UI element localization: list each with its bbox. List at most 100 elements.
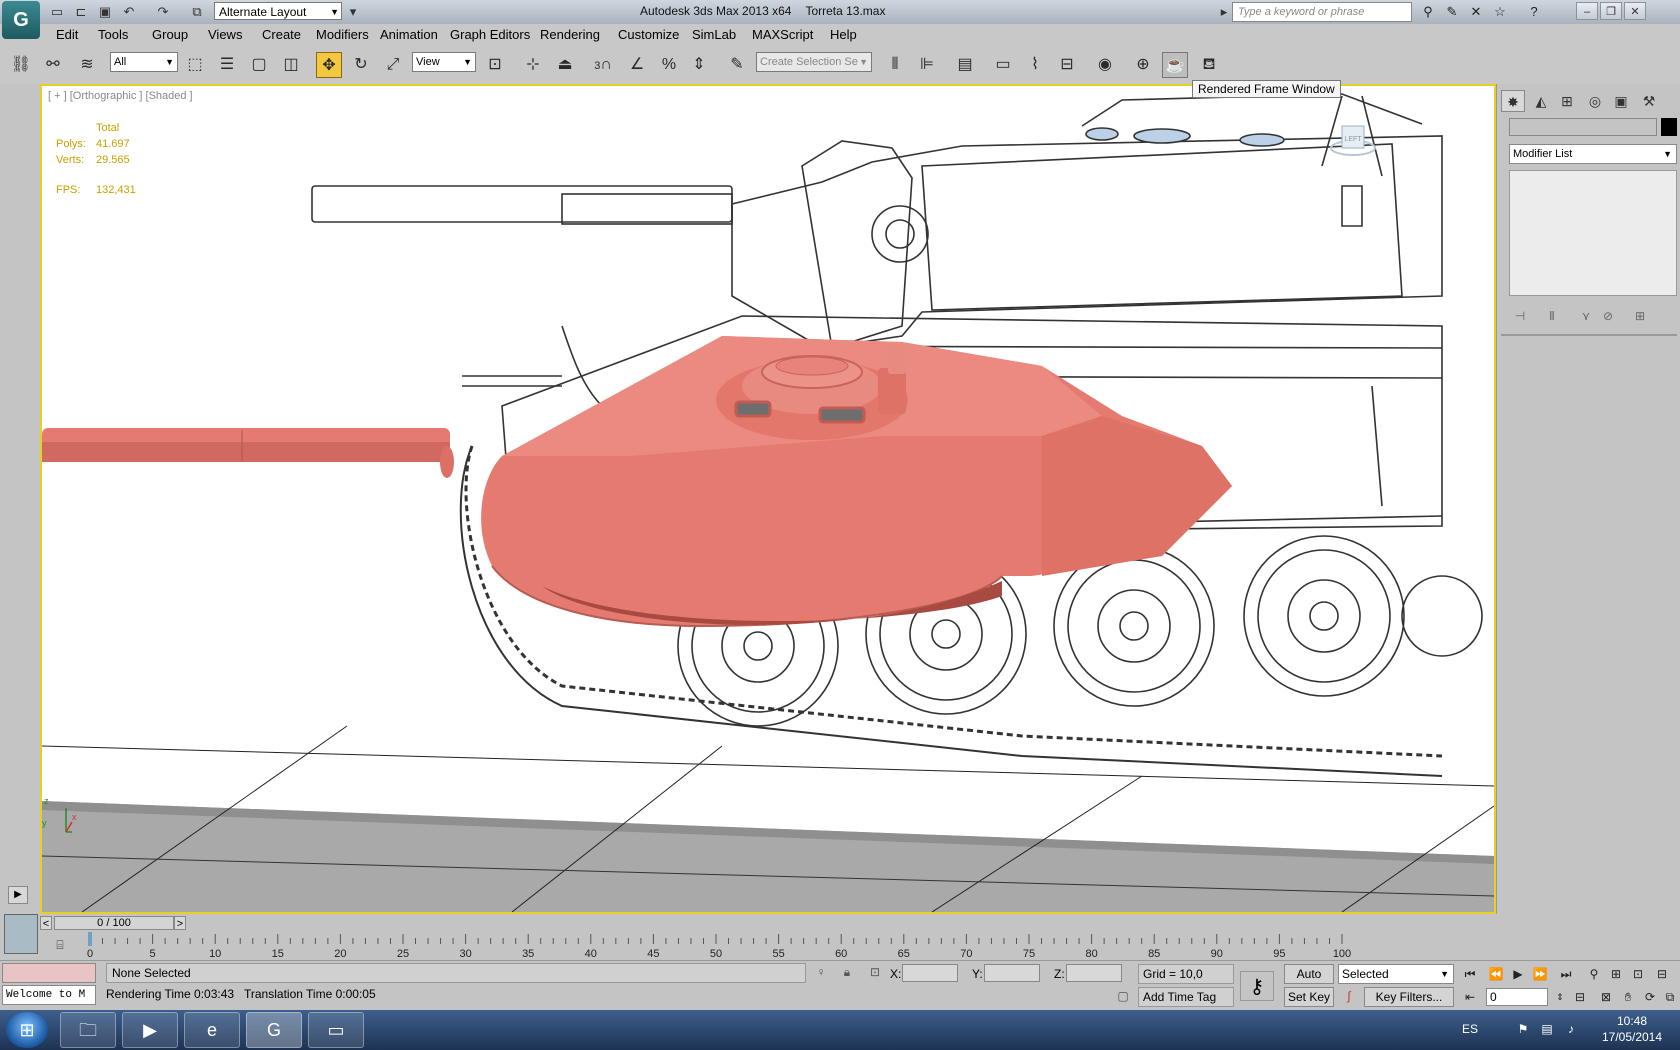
- utilities-tab-icon[interactable]: ⚒: [1637, 90, 1661, 112]
- show-end-result-icon[interactable]: Ⅱ: [1541, 306, 1563, 326]
- selection-filter-dropdown[interactable]: All ▼: [110, 52, 178, 72]
- current-frame-field[interactable]: 0: [1486, 988, 1548, 1006]
- communication-center-icon[interactable]: ✕: [1466, 3, 1486, 21]
- schematic-view-icon[interactable]: ⊟: [1054, 52, 1080, 78]
- modifier-list-dropdown[interactable]: Modifier List ▼: [1509, 144, 1677, 164]
- set-keys-icon[interactable]: ⚷: [1240, 971, 1274, 1001]
- menu-simlab[interactable]: SimLab: [692, 27, 736, 42]
- rendered-frame-window-icon[interactable]: ☕: [1162, 52, 1188, 78]
- select-by-name-icon[interactable]: ☰: [214, 52, 240, 78]
- key-mode-dropdown[interactable]: Selected ▼: [1338, 964, 1454, 984]
- named-selection-sets-dropdown[interactable]: Create Selection Se ▼: [756, 52, 872, 72]
- network-icon[interactable]: ▤: [1538, 1022, 1556, 1038]
- action-center-icon[interactable]: ⚑: [1514, 1022, 1532, 1038]
- next-frame-button[interactable]: >: [174, 916, 186, 930]
- system-clock[interactable]: 10:48 17/05/2014: [1594, 1013, 1670, 1045]
- remove-modifier-icon[interactable]: ⊘: [1597, 306, 1619, 326]
- time-tag-icon[interactable]: ▢: [1114, 989, 1132, 1005]
- new-file-icon[interactable]: ▭: [48, 3, 66, 21]
- zoom-icon[interactable]: ⚲: [1584, 965, 1604, 983]
- redo-icon[interactable]: ↷: [154, 3, 172, 21]
- render-setup-icon[interactable]: ⊕: [1130, 52, 1156, 78]
- zoom-all-icon[interactable]: ⊞: [1606, 965, 1626, 983]
- help-icon[interactable]: ?: [1524, 3, 1544, 21]
- object-color-swatch[interactable]: [1661, 118, 1677, 136]
- current-frame-marker[interactable]: [88, 932, 92, 946]
- menu-graph-editors[interactable]: Graph Editors: [450, 27, 530, 42]
- quick-access-menu-icon[interactable]: ▾: [344, 3, 362, 21]
- angle-snap-icon[interactable]: ∠: [624, 52, 650, 78]
- keyboard-shortcut-override-icon[interactable]: ⏏: [552, 52, 578, 78]
- project-folder-icon[interactable]: ⧉: [188, 3, 206, 21]
- key-filters-button[interactable]: Key Filters...: [1364, 987, 1454, 1007]
- zoom-extents-all-icon[interactable]: ⊟: [1652, 965, 1672, 983]
- workspace-dropdown[interactable]: Alternate Layout ▼: [214, 2, 342, 20]
- time-configuration-icon[interactable]: ⊟: [1570, 988, 1590, 1006]
- bind-space-warp-icon[interactable]: ≋: [74, 52, 100, 78]
- expand-track-icon[interactable]: ▶: [8, 886, 28, 904]
- menu-group[interactable]: Group: [152, 27, 188, 42]
- display-tab-icon[interactable]: ▣: [1609, 90, 1633, 112]
- align-icon[interactable]: ⊫: [914, 52, 940, 78]
- pan-view-icon[interactable]: ✋︎: [1618, 988, 1638, 1006]
- y-coordinate-field[interactable]: [984, 964, 1040, 982]
- select-object-icon[interactable]: ⬚: [182, 52, 208, 78]
- close-button[interactable]: ✕: [1624, 2, 1646, 20]
- maxscript-listener-top[interactable]: [2, 963, 96, 983]
- motion-tab-icon[interactable]: ◎: [1583, 90, 1607, 112]
- play-icon[interactable]: ▶: [1508, 965, 1528, 983]
- go-to-start-icon[interactable]: ⏮: [1460, 965, 1480, 983]
- mini-listener-toggle[interactable]: [4, 914, 38, 954]
- pivot-center-icon[interactable]: ⊡: [482, 52, 508, 78]
- mini-curve-editor-icon[interactable]: ⌸: [50, 938, 70, 956]
- pin-stack-icon[interactable]: ⊣: [1509, 306, 1531, 326]
- reference-coordinate-dropdown[interactable]: View ▼: [412, 52, 476, 72]
- search-expand-icon[interactable]: ▸: [1218, 3, 1230, 21]
- time-slider-thumb[interactable]: 0 / 100: [54, 916, 174, 930]
- frame-spinner-icon[interactable]: ⇕: [1550, 988, 1570, 1006]
- graphite-ribbon-icon[interactable]: ▭: [990, 52, 1016, 78]
- mirror-icon[interactable]: ⫴: [882, 52, 908, 78]
- 3ds-max-taskbar-icon[interactable]: G: [246, 1012, 302, 1048]
- edit-named-selection-icon[interactable]: ✎: [724, 52, 750, 78]
- language-indicator[interactable]: ES: [1462, 1022, 1478, 1036]
- rendered-window-taskbar-icon[interactable]: ▭: [308, 1012, 364, 1048]
- modifier-stack[interactable]: [1509, 170, 1677, 296]
- binoculars-icon[interactable]: ⚲: [1418, 3, 1438, 21]
- select-and-move-icon[interactable]: ✥: [316, 52, 342, 78]
- hierarchy-tab-icon[interactable]: ⊞: [1555, 90, 1579, 112]
- viewport-label[interactable]: [ + ] [Orthographic ] [Shaded ]: [48, 90, 193, 102]
- maximize-button[interactable]: ❐: [1600, 2, 1622, 20]
- default-in-out-tangents-icon[interactable]: ∫: [1340, 989, 1358, 1005]
- make-unique-icon[interactable]: ⋎: [1575, 306, 1597, 326]
- create-tab-icon[interactable]: ✸: [1501, 90, 1525, 112]
- maxscript-listener-bottom[interactable]: Welcome to M: [2, 985, 96, 1005]
- keyword-search-input[interactable]: Type a keyword or phrase: [1232, 2, 1412, 22]
- z-coordinate-field[interactable]: [1066, 964, 1122, 982]
- rectangular-selection-icon[interactable]: ▢: [246, 52, 272, 78]
- menu-help[interactable]: Help: [830, 27, 857, 42]
- menu-rendering[interactable]: Rendering: [540, 27, 600, 42]
- orbit-icon[interactable]: ⟳: [1640, 988, 1660, 1006]
- media-player-taskbar-icon[interactable]: ▶: [122, 1012, 178, 1048]
- next-key-icon[interactable]: ⏩: [1530, 965, 1550, 983]
- selection-lock-icon[interactable]: 🔒︎: [838, 965, 856, 981]
- x-coordinate-field[interactable]: [902, 964, 958, 982]
- menu-edit[interactable]: Edit: [56, 27, 78, 42]
- internet-explorer-taskbar-icon[interactable]: e: [184, 1012, 240, 1048]
- minimize-button[interactable]: ‒: [1576, 2, 1598, 20]
- start-button[interactable]: ⊞: [6, 1012, 48, 1048]
- menu-tools[interactable]: Tools: [98, 27, 128, 42]
- menu-modifiers[interactable]: Modifiers: [316, 27, 369, 42]
- manipulate-icon[interactable]: ⊹: [520, 52, 546, 78]
- viewport-orthographic[interactable]: [ + ] [Orthographic ] [Shaded ] Total Po…: [40, 84, 1496, 914]
- select-and-scale-icon[interactable]: ⤢: [380, 52, 406, 78]
- menu-create[interactable]: Create: [262, 27, 301, 42]
- key-mode-toggle-icon[interactable]: ⇤: [1460, 988, 1480, 1006]
- subscription-icon[interactable]: ✎: [1442, 3, 1462, 21]
- auto-key-button[interactable]: Auto Key: [1284, 964, 1334, 999]
- viewcube[interactable]: LEFT: [1330, 120, 1376, 160]
- isolate-selection-icon[interactable]: ♀: [812, 965, 830, 981]
- material-editor-icon[interactable]: ◉: [1092, 52, 1118, 78]
- select-and-rotate-icon[interactable]: ↻: [348, 52, 374, 78]
